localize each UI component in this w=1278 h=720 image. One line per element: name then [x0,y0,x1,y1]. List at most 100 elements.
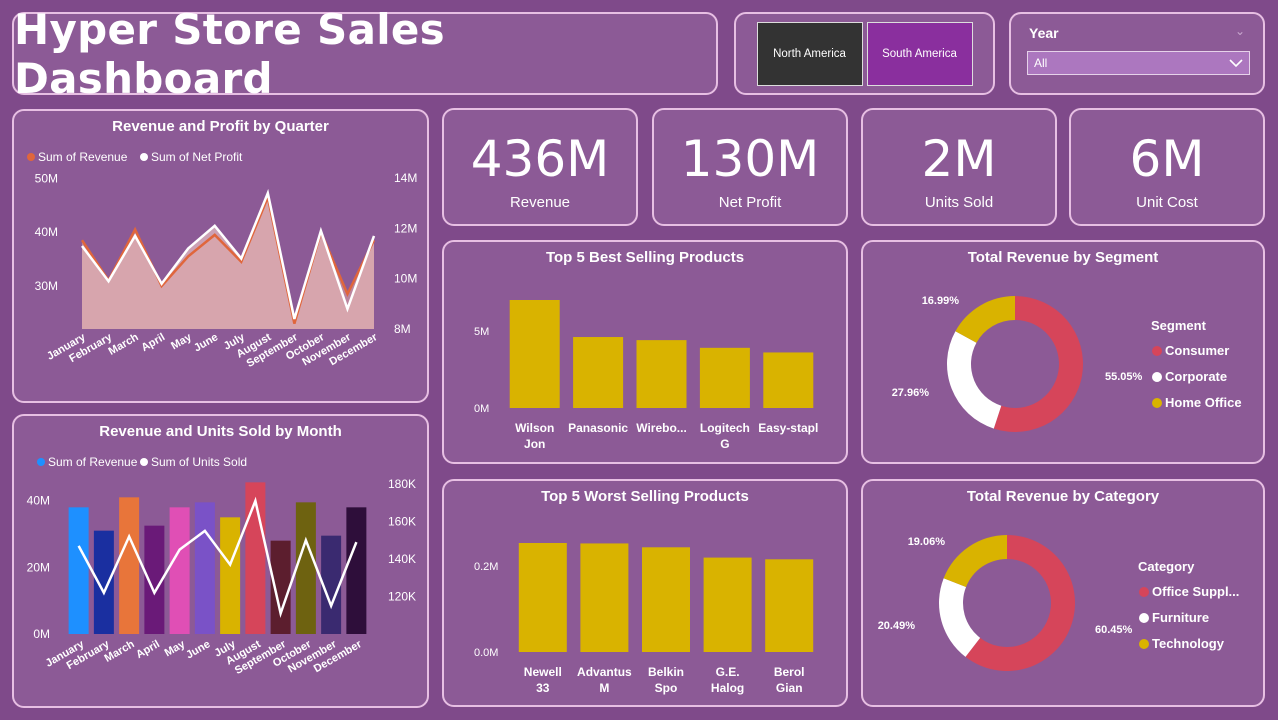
legend-title: Segment [1151,318,1207,333]
product-bar [703,557,752,652]
x-tick-label: Wilson [515,421,554,435]
legend-marker [1139,639,1149,649]
x-tick-label: Jon [524,437,545,451]
revenue-bar [169,507,190,634]
revenue-bar [119,497,140,634]
year-dropdown[interactable]: All [1027,51,1250,75]
revenue-profit-quarter-chart: Sum of Revenue Sum of Net Profit 30M 40M 50M… [27,150,417,370]
kpi-revenue-value: 436M [470,130,610,188]
kpi-revenue-label: Revenue [509,194,571,211]
y-tick-right: 180K [388,477,416,491]
kpi-units-sold-label: Units Sold [924,194,994,211]
product-bar [699,347,750,408]
legend-units-marker [140,458,148,466]
region-button-north-america[interactable]: North America [756,21,863,86]
revenue-segment-card: Total Revenue by Segment 55.05% 27.96% 16.… [861,240,1265,464]
x-tick-label: G.E. [716,665,740,679]
slice-value-label: 20.49% [878,620,916,632]
legend-label: Office Suppl... [1152,584,1239,599]
legend-units-label: Sum of Units Sold [151,455,247,469]
kpi-unit-cost-value: 6M [1129,130,1205,188]
revenue-bar [220,517,241,634]
x-tick-label: Advantus [577,665,632,679]
revenue-units-month-card: Revenue and Units Sold by Month Sum of R… [12,414,429,708]
legend-marker [1139,587,1149,597]
revenue-bar [68,507,89,634]
x-tick-label: March [107,331,141,358]
y-tick-left: 40M [35,225,58,239]
x-tick-label: June [192,331,220,354]
x-tick-label: May [169,331,194,353]
x-tick-label: Berol [774,665,805,679]
title-card: Hyper Store Sales Dashboard [12,5,718,103]
legend-marker [1139,613,1149,623]
legend-profit-marker [140,153,148,161]
legend-label: Home Office [1165,395,1242,410]
product-bar [763,352,814,408]
year-slicer: Year ⌄ All [1009,12,1265,95]
legend-revenue-label: Sum of Revenue [38,150,128,164]
product-bar [573,337,624,408]
y-tick-label: 0M [474,403,489,415]
legend-profit-label: Sum of Net Profit [151,150,243,164]
donut-slice [947,331,1002,429]
product-bar [509,300,560,408]
revenue-bar [346,507,367,634]
kpi-units-sold-value: 2M [921,130,997,188]
region-slicer: North America South America [734,12,995,95]
legend-label: Technology [1152,636,1225,651]
y-tick-label: 5M [474,326,489,338]
legend-label: Consumer [1165,343,1229,358]
slice-value-label: 60.45% [1095,624,1133,636]
x-tick-label: Wirebo... [636,421,687,435]
top-best-products-card: Top 5 Best Selling Products 0M 5M Wilson Jo… [442,240,848,464]
region-button-south-america[interactable]: South America [866,21,973,86]
kpi-net-profit-label: Net Profit [718,194,782,211]
legend-label: Corporate [1165,369,1227,384]
slice-value-label: 16.99% [922,295,960,307]
legend-marker [1152,372,1162,382]
revenue-category-card: Total Revenue by Category 60.45% 20.49% 19… [861,479,1265,707]
x-tick-label: M [599,681,609,695]
product-bar [518,543,567,652]
collapse-chevron-icon[interactable]: ⌄ [1235,24,1245,38]
top-worst-products-card: Top 5 Worst Selling Products 0.0M 0.2M New… [442,479,848,707]
y-tick-right: 160K [388,515,416,529]
donut-slice [939,578,981,657]
y-tick-right: 120K [388,590,416,604]
x-tick-label: March [103,638,137,665]
chevron-down-icon [1229,59,1243,68]
legend-revenue-marker [27,153,35,161]
x-tick-label: Spo [655,681,678,695]
kpi-card-revenue: 436M Revenue [442,108,638,226]
x-tick-label: Newell [524,665,562,679]
revenue-category-chart: 60.45% 20.49% 19.06% Category Office Suppl..… [878,535,1239,671]
x-tick-label: 33 [536,681,550,695]
product-bar [580,543,629,652]
y-tick-label: 0.0M [474,647,498,659]
legend-marker [1152,398,1162,408]
x-tick-label: Belkin [648,665,684,679]
x-tick-label: Gian [776,681,803,695]
x-tick-label: G [720,437,729,451]
kpi-card-unit-cost: 6M Unit Cost [1069,108,1265,226]
legend-revenue-label: Sum of Revenue [48,455,138,469]
y-tick-right: 140K [388,552,416,566]
revenue-units-month-chart: Sum of Revenue Sum of Units Sold 0M 20M 40M 1… [27,455,416,677]
x-tick-label: April [134,638,162,661]
x-tick-label: April [139,331,167,354]
product-bar [765,559,814,652]
legend-label: Furniture [1152,610,1209,625]
y-tick-right: 8M [394,322,411,336]
y-tick-left: 0M [33,627,50,641]
legend-title: Category [1138,559,1195,574]
x-tick-label: Logitech [700,421,750,435]
x-tick-label: May [163,638,188,660]
x-tick-label: Halog [711,681,744,695]
top-best-products-chart: 0M 5M Wilson Jon Panasonic Wirebo... Logitech G… [474,300,818,451]
top-worst-products-chart: 0.0M 0.2M Newell 33 Advantus M Belkin Spo G.E. Ha… [474,543,814,695]
y-tick-left: 50M [35,171,58,185]
y-tick-right: 10M [394,272,417,286]
y-tick-right: 14M [394,171,417,185]
slice-value-label: 55.05% [1105,371,1143,383]
